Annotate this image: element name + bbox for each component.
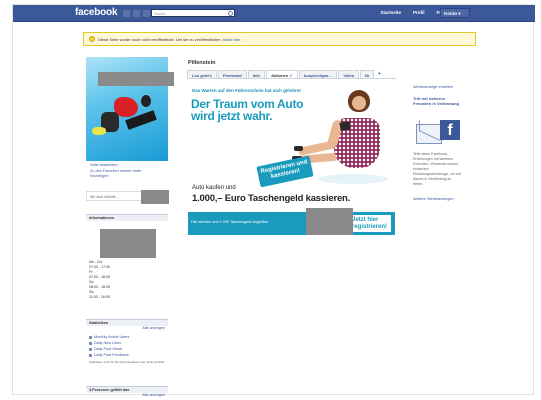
promo-intro: Das Warten auf den Führerschein hat sich… (192, 88, 301, 93)
redacted-block (306, 208, 353, 235)
write-something-text: Wir sind Vollzeit… (90, 195, 119, 199)
tab-video[interactable]: Video (338, 70, 360, 78)
likes-header: 4 Personen gefällt das (86, 386, 168, 393)
art-shape (92, 127, 106, 135)
list-item-label: Daily Post Feedback (94, 353, 129, 357)
image-shape (294, 146, 303, 151)
redacted-block (100, 229, 156, 258)
list-item[interactable]: Daily Post Feedback (89, 352, 168, 358)
create-ad-link[interactable]: Werbeanzeige erstellen (413, 85, 478, 90)
bullet-icon (89, 353, 92, 357)
warning-icon (89, 36, 95, 42)
page-title: Pillenstein (188, 60, 216, 66)
invite-friends-icon[interactable]: f (416, 120, 460, 147)
facebook-f-icon: f (440, 120, 460, 140)
insights-note: Statistiken sind für Sie Administratoren… (89, 360, 166, 364)
insights-list: Monthly Active Users Daily New Likes Dai… (86, 334, 168, 358)
tab-ausprechpartner[interactable]: Ausprechpar… (298, 70, 338, 78)
friend-requests-icon[interactable] (123, 10, 130, 17)
promo-woman-image (292, 88, 394, 208)
account-menu[interactable]: Konto ▾ (440, 8, 470, 18)
page-tabs: Los geht's Pinnwand Info Aktionen ✓ Ausp… (187, 70, 396, 79)
search-placeholder: Suche (154, 11, 166, 16)
screenshot-frame: facebook Suche Startseite Profil Freunde… (0, 0, 541, 400)
search-icon[interactable] (228, 11, 233, 16)
insights-header: Statistiken (86, 319, 168, 326)
hours-value: 11:00 - 16:00 (89, 295, 110, 299)
insights-box: Statistiken Alle anzeigen Monthly Active… (86, 319, 168, 364)
publish-link[interactable]: klicke hier. (223, 37, 242, 42)
tab-pinnwand[interactable]: Pinnwand (217, 70, 247, 78)
bullet-icon (89, 347, 92, 351)
notification-jewels (123, 10, 150, 17)
register-badge: Registrieren und kassieren! (256, 155, 314, 188)
redacted-block (98, 72, 174, 86)
tab-bilder[interactable]: Bi (360, 70, 375, 78)
messages-icon[interactable] (133, 10, 140, 17)
nav-profil[interactable]: Profil (413, 10, 425, 15)
more-ads-link[interactable]: Weitere Werbeanzeigen (413, 197, 478, 202)
opening-hours: Mo - Do: 07:00 - 17:30 Fr: 07:00 - 16:00… (86, 260, 168, 300)
nav-startseite[interactable]: Startseite (380, 10, 401, 15)
promo-amount: 1.000,– Euro Taschengeld kassieren. (192, 193, 351, 204)
tab-los-gehts[interactable]: Los geht's (187, 70, 217, 78)
facebook-logo[interactable]: facebook (75, 7, 118, 18)
search-input[interactable]: Suche (151, 9, 235, 17)
invite-title[interactable]: Tritt mit weiteren Freunden in Verbindun… (413, 96, 461, 106)
likes-all-link[interactable]: Alle anzeigen (86, 393, 168, 398)
add-tab-button[interactable]: + (375, 70, 384, 78)
register-button-line1: Jetzt hier (351, 217, 379, 223)
promo-subline: Auto kaufen und (192, 185, 236, 191)
art-shape (141, 95, 151, 107)
info-box: Informationen (86, 214, 168, 221)
top-bar: facebook Suche Startseite Profil Freunde… (13, 5, 535, 22)
invite-description: Teile deine Facebook-Erfahrungen mit wei… (413, 152, 461, 186)
notice-text: Diese Seite wurde noch nicht veröffentli… (98, 37, 223, 42)
envelope-icon (416, 124, 442, 144)
browser-page: facebook Suche Startseite Profil Freunde… (12, 4, 535, 398)
image-shape (352, 96, 366, 110)
add-to-favorites-link[interactable]: Zu den Favoriten meiner Seite hinzufügen (90, 169, 160, 179)
account-menu-label: Konto ▾ (444, 11, 461, 16)
image-shape (318, 174, 388, 184)
promo-headline-line2: wird jetzt wahr. (191, 109, 273, 123)
register-button-label: Jetzt hier registrieren! (352, 217, 387, 231)
likes-box: 4 Personen gefällt das Alle anzeigen (86, 386, 168, 398)
insights-all-link[interactable]: Alle anzeigen (86, 326, 168, 331)
image-shape (339, 121, 351, 131)
info-header: Informationen (86, 214, 168, 221)
bullet-icon (89, 335, 92, 339)
redacted-block (141, 190, 169, 204)
tab-aktionen[interactable]: Aktionen ✓ (266, 70, 298, 78)
register-button-line2: registrieren! (351, 224, 387, 230)
notifications-icon[interactable] (143, 10, 150, 17)
promo-action-bar: Fan werden und 1.000 Taschengeld abgreif… (188, 212, 395, 235)
promo-headline: Der Traum vom Auto wird jetzt wahr. (191, 98, 303, 122)
tab-info[interactable]: Info (247, 70, 266, 78)
promo-bar-text: Fan werden und 1.000 Taschengeld abgreif… (191, 220, 269, 224)
edit-page-link[interactable]: Seite bearbeiten (90, 163, 168, 168)
unpublished-notice: Diese Seite wurde noch nicht veröffentli… (83, 32, 476, 46)
bullet-icon (89, 341, 92, 345)
